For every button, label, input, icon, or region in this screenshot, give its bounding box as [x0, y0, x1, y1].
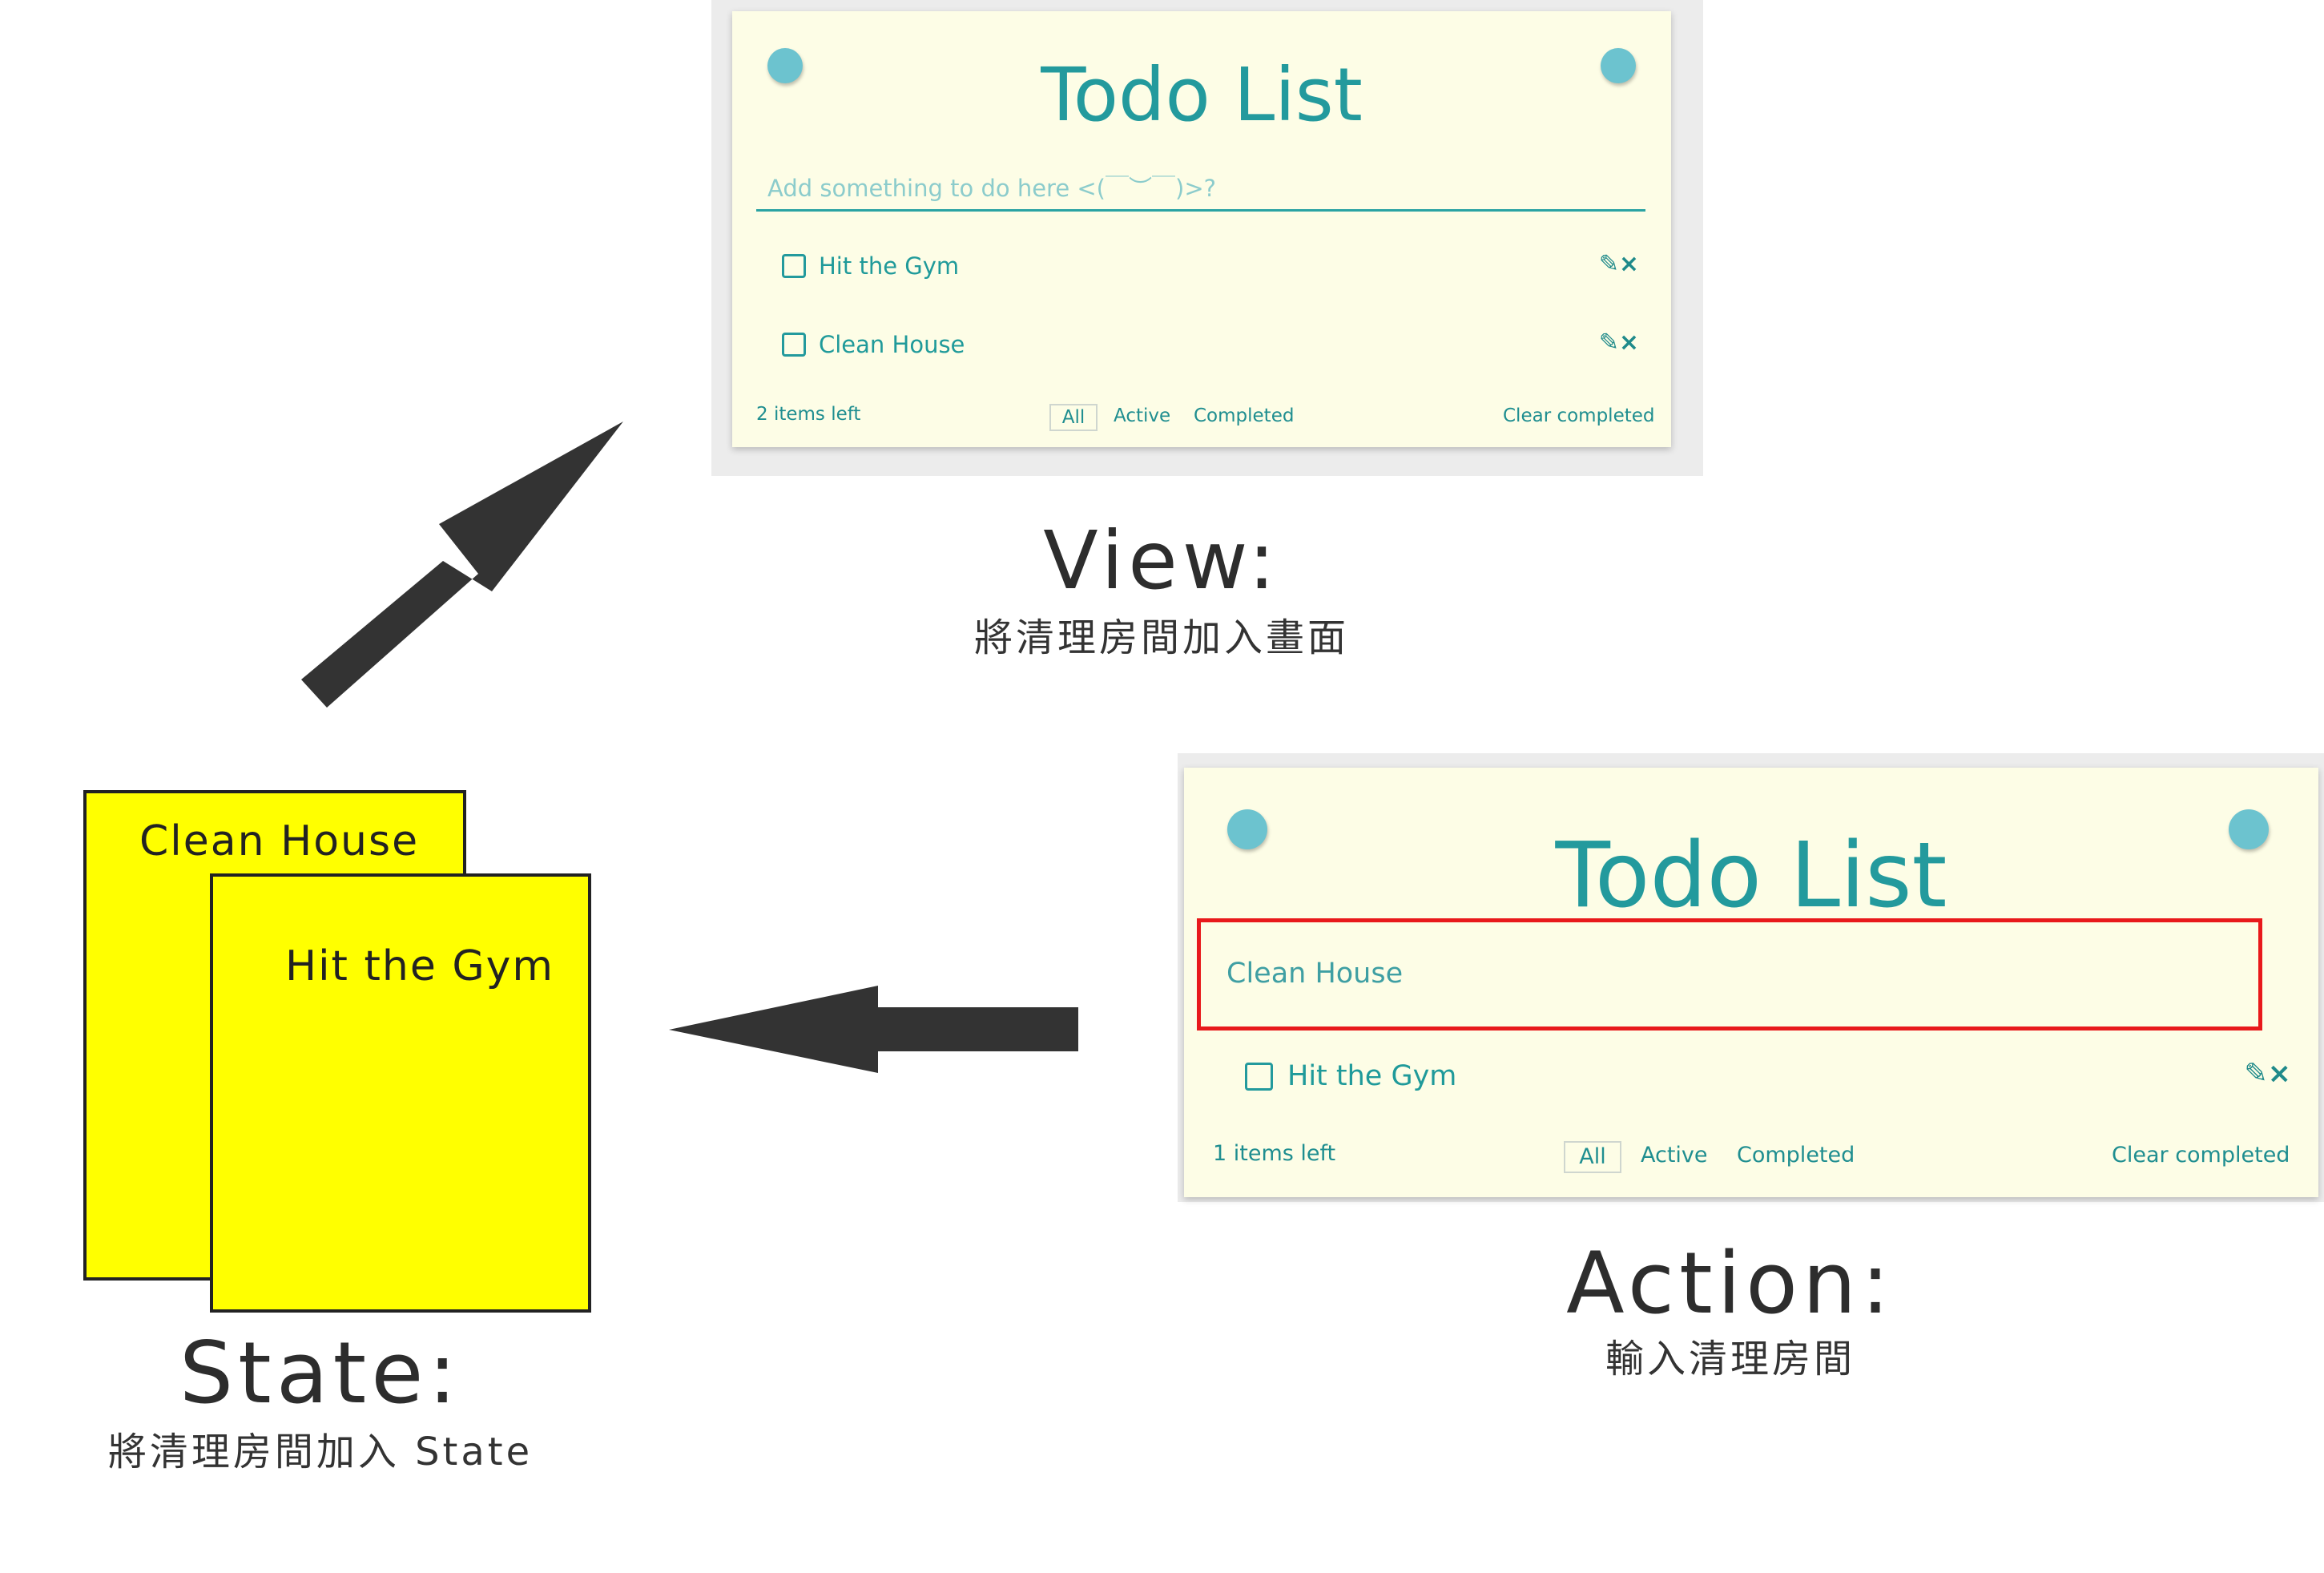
- arrow-up-right-shape: [301, 421, 623, 708]
- state-caption-subtitle: 將清理房間加入 State: [107, 1430, 534, 1474]
- arrow-left-shape: [669, 986, 1078, 1073]
- state-note-label: Clean House: [139, 817, 420, 865]
- state-note-label: Hit the Gym: [285, 942, 555, 990]
- state-caption-title: State:: [179, 1324, 462, 1422]
- state-note-front: Hit the Gym: [210, 873, 591, 1313]
